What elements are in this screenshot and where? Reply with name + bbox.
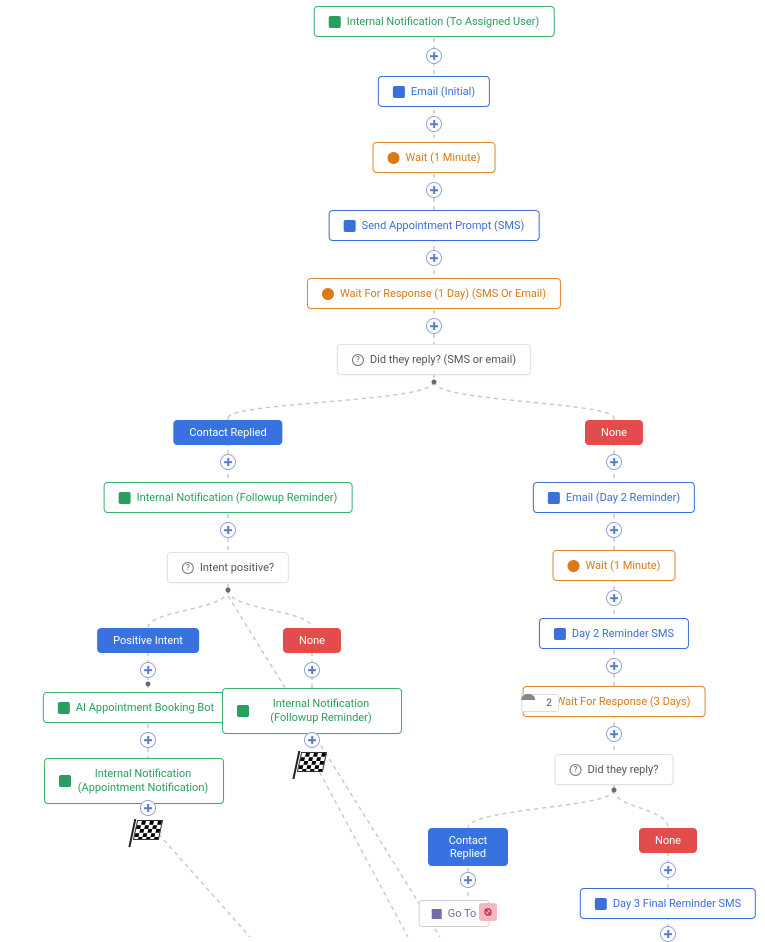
add-step-button[interactable] [426, 318, 442, 334]
node-label: Internal Notification (Appointment Notif… [77, 767, 209, 795]
add-step-button[interactable] [426, 48, 442, 64]
question-icon [182, 562, 194, 574]
add-step-button[interactable] [140, 662, 156, 678]
add-step-button[interactable] [606, 522, 622, 538]
add-step-button[interactable] [660, 926, 676, 942]
node-label: Go To [448, 907, 477, 920]
sms-icon [344, 220, 356, 232]
node-label: Day 2 Reminder SMS [572, 627, 674, 640]
add-step-button[interactable] [220, 522, 236, 538]
internal-notification-assigned[interactable]: Internal Notification (To Assigned User) [314, 6, 555, 37]
add-step-button[interactable] [606, 454, 622, 470]
branch-contact-replied-2[interactable]: Contact Replied [428, 828, 508, 866]
email-icon [548, 492, 560, 504]
add-step-button[interactable] [426, 250, 442, 266]
sms-icon [595, 898, 607, 910]
clock-icon [388, 152, 400, 164]
goto-ref-badge [479, 903, 497, 921]
bug-icon [119, 492, 131, 504]
add-step-button[interactable] [220, 454, 236, 470]
add-step-button[interactable] [304, 662, 320, 678]
ai-appointment-bot[interactable]: AI Appointment Booking Bot [43, 692, 229, 723]
internal-notification-appointment[interactable]: Internal Notification (Appointment Notif… [44, 758, 224, 804]
branch-contact-replied[interactable]: Contact Replied [173, 420, 282, 445]
add-step-button[interactable] [606, 590, 622, 606]
wait-response-1day[interactable]: Wait For Response (1 Day) (SMS Or Email) [307, 278, 561, 309]
send-appointment-prompt-sms[interactable]: Send Appointment Prompt (SMS) [329, 210, 540, 241]
add-step-button[interactable] [140, 800, 156, 816]
bug-icon [329, 16, 341, 28]
branch-label: None [299, 634, 325, 647]
intent-positive-question[interactable]: Intent positive? [167, 552, 289, 583]
email-initial[interactable]: Email (Initial) [378, 76, 490, 107]
internal-notification-followup[interactable]: Internal Notification (Followup Reminder… [104, 482, 353, 513]
branch-point [612, 788, 617, 793]
email-day2-reminder[interactable]: Email (Day 2 Reminder) [533, 482, 695, 513]
wait-1-min-2[interactable]: Wait (1 Minute) [553, 550, 676, 581]
wait-1-min-1[interactable]: Wait (1 Minute) [373, 142, 496, 173]
branch-none-3[interactable]: None [639, 828, 697, 853]
node-label: Intent positive? [200, 561, 274, 574]
add-step-button[interactable] [426, 182, 442, 198]
join-dot [146, 682, 151, 687]
node-label: AI Appointment Booking Bot [76, 701, 214, 714]
workflow-canvas[interactable]: Internal Notification (To Assigned User)… [0, 0, 765, 937]
branch-point [432, 380, 437, 385]
day3-final-reminder-sms[interactable]: Day 3 Final Reminder SMS [580, 888, 756, 919]
count-value: 2 [546, 698, 552, 709]
sms-icon [554, 628, 566, 640]
node-label: Email (Day 2 Reminder) [566, 491, 680, 504]
add-step-button[interactable] [140, 732, 156, 748]
branch-point [226, 588, 231, 593]
add-step-button[interactable] [660, 862, 676, 878]
node-label: Day 3 Final Reminder SMS [613, 897, 741, 910]
email-icon [393, 86, 405, 98]
finish-flag-icon [297, 752, 327, 772]
node-label: Did they reply? [588, 763, 659, 776]
node-label: Email (Initial) [411, 85, 475, 98]
node-label: Wait (1 Minute) [586, 559, 661, 572]
node-label: Internal Notification (Followup Reminder… [255, 697, 387, 725]
clock-icon [568, 560, 580, 572]
question-icon [352, 354, 364, 366]
add-step-button[interactable] [606, 658, 622, 674]
contact-count-badge: 2 [521, 694, 559, 712]
branch-positive-intent[interactable]: Positive Intent [97, 628, 199, 653]
bug-icon [237, 705, 249, 717]
question-icon [570, 764, 582, 776]
node-label: Internal Notification (Followup Reminder… [137, 491, 338, 504]
branch-none-2[interactable]: None [585, 420, 643, 445]
calendar-icon [58, 702, 70, 714]
branch-label: Positive Intent [113, 634, 183, 647]
branch-label: Contact Replied [189, 426, 266, 439]
internal-notification-followup-2[interactable]: Internal Notification (Followup Reminder… [222, 688, 402, 734]
clock-icon [322, 288, 334, 300]
goto-icon [432, 909, 442, 919]
did-they-reply-sms-email[interactable]: Did they reply? (SMS or email) [337, 344, 531, 375]
bug-icon [59, 775, 71, 787]
branch-label: None [601, 426, 627, 439]
add-step-button[interactable] [426, 116, 442, 132]
add-step-button[interactable] [304, 732, 320, 748]
branch-label: Contact Replied [449, 834, 487, 860]
add-step-button[interactable] [606, 726, 622, 742]
finish-flag-icon [133, 820, 163, 840]
node-label: Did they reply? (SMS or email) [370, 353, 516, 366]
did-they-reply-2[interactable]: Did they reply? [555, 754, 674, 785]
day2-reminder-sms[interactable]: Day 2 Reminder SMS [539, 618, 689, 649]
branch-label: None [655, 834, 681, 847]
node-label: Wait (1 Minute) [406, 151, 481, 164]
branch-none-1[interactable]: None [283, 628, 341, 653]
node-label: Wait For Response (3 Days) [556, 695, 691, 708]
add-step-button[interactable] [460, 872, 476, 888]
node-label: Wait For Response (1 Day) (SMS Or Email) [340, 287, 546, 300]
node-label: Send Appointment Prompt (SMS) [362, 219, 525, 232]
node-label: Internal Notification (To Assigned User) [347, 15, 540, 28]
